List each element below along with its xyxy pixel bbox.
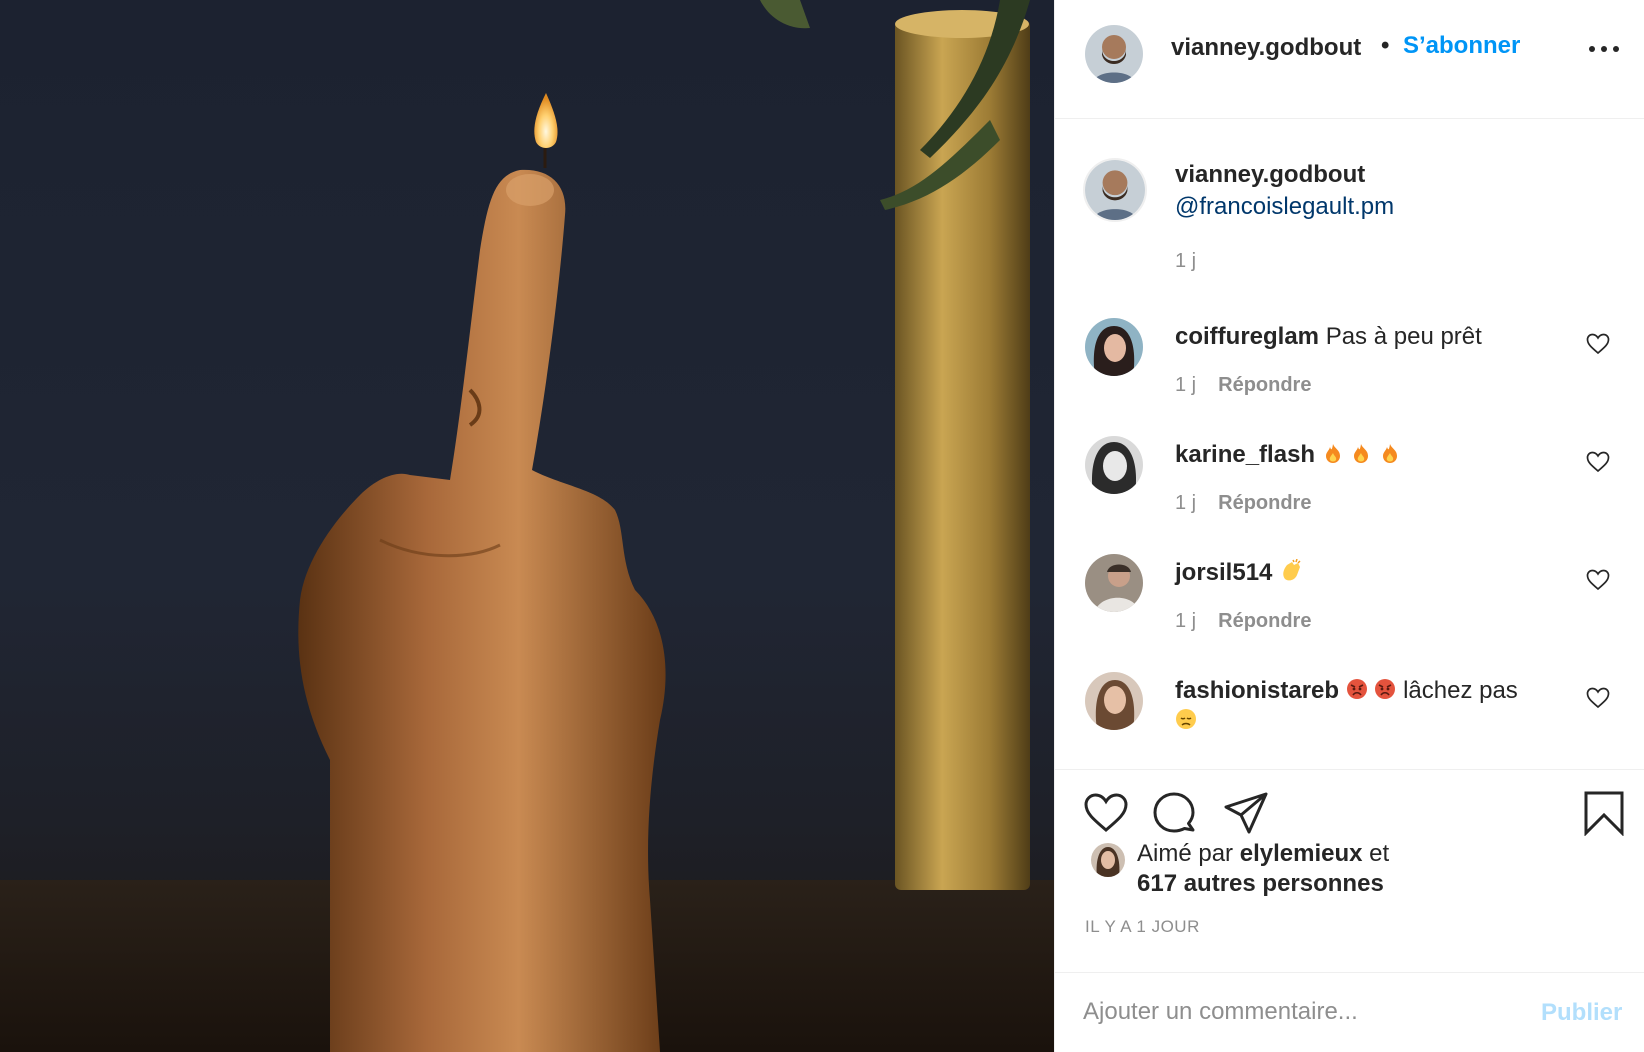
fire-emoji-icon xyxy=(1325,443,1340,463)
like-comment-heart-icon[interactable] xyxy=(1586,332,1610,356)
reply-button[interactable]: Répondre xyxy=(1218,374,1311,396)
separator-dot: • xyxy=(1381,32,1390,59)
comment-item: karine_flash 1 j Répondre xyxy=(1055,436,1644,546)
comment-username[interactable]: karine_flash xyxy=(1175,441,1315,468)
comment-avatar[interactable] xyxy=(1085,554,1143,612)
comment-text: coiffureglam Pas à peu prêt xyxy=(1175,322,1575,352)
comment-timestamp[interactable]: 1 j xyxy=(1175,374,1196,396)
comment-text: karine_flash xyxy=(1175,440,1575,470)
post-photo[interactable] xyxy=(0,0,1054,1052)
comment-username[interactable]: jorsil514 xyxy=(1175,559,1272,586)
comment-item: jorsil514 1 j Répondre xyxy=(1055,554,1644,664)
disappointed-emoji-icon xyxy=(1176,708,1196,729)
angry-emoji-icon xyxy=(1346,678,1367,699)
comment-meta: 1 j Répondre xyxy=(1175,610,1311,633)
comment-item: coiffureglam Pas à peu prêt 1 j Répondre xyxy=(1055,318,1644,428)
comment-avatar[interactable] xyxy=(1085,436,1143,494)
caption-username[interactable]: vianney.godbout xyxy=(1175,161,1365,189)
publish-button[interactable]: Publier xyxy=(1541,999,1622,1027)
like-heart-icon[interactable] xyxy=(1083,790,1129,836)
caption-timestamp[interactable]: 1 j xyxy=(1175,250,1196,273)
likes-prefix: Aimé par xyxy=(1137,840,1234,867)
middle-finger-candle-image xyxy=(0,0,1054,1052)
like-comment-heart-icon[interactable] xyxy=(1586,686,1610,710)
liker-username[interactable]: elylemieux xyxy=(1240,840,1363,867)
comment-body: lâchez pas xyxy=(1403,677,1518,704)
reply-button[interactable]: Répondre xyxy=(1218,492,1311,514)
add-comment-bar: Publier xyxy=(1055,972,1644,1052)
likes-joiner: et xyxy=(1369,840,1390,867)
comment-body: Pas à peu prêt xyxy=(1325,323,1482,350)
comment-item: fashionistareb lâchez pas xyxy=(1055,672,1644,782)
others-likes-link[interactable]: 617 autres personnes xyxy=(1137,870,1384,898)
comment-username[interactable]: fashionistareb xyxy=(1175,677,1339,704)
likes-summary: Aimé par elylemieux et xyxy=(1137,840,1389,868)
comment-input[interactable] xyxy=(1083,995,1503,1029)
comment-meta: 1 j Répondre xyxy=(1175,492,1311,515)
comment-timestamp[interactable]: 1 j xyxy=(1175,610,1196,632)
post-side-panel: vianney.godbout • S’abonner vianney.godb… xyxy=(1054,0,1644,1052)
caption-avatar[interactable] xyxy=(1083,158,1147,222)
fire-emoji-icon xyxy=(1383,443,1398,463)
author-username[interactable]: vianney.godbout xyxy=(1171,34,1361,62)
fire-emoji-icon xyxy=(1354,443,1369,463)
liker-avatar[interactable] xyxy=(1091,843,1125,877)
like-comment-heart-icon[interactable] xyxy=(1586,568,1610,592)
comment-text: jorsil514 xyxy=(1175,558,1575,588)
comment-avatar[interactable] xyxy=(1085,672,1143,730)
angry-emoji-icon xyxy=(1375,678,1396,699)
post-timestamp[interactable]: IL Y A 1 JOUR xyxy=(1085,917,1200,937)
caption-mention-link[interactable]: @francoislegault.pm xyxy=(1175,193,1394,221)
reply-button[interactable]: Répondre xyxy=(1218,610,1311,632)
comment-timestamp[interactable]: 1 j xyxy=(1175,492,1196,514)
save-bookmark-icon[interactable] xyxy=(1581,790,1627,836)
comment-bubble-icon[interactable] xyxy=(1151,790,1197,836)
share-paper-plane-icon[interactable] xyxy=(1223,790,1269,836)
comment-meta: 1 j Répondre xyxy=(1175,374,1311,397)
clap-emoji-icon xyxy=(1283,558,1301,581)
author-avatar[interactable] xyxy=(1085,25,1143,83)
comment-username[interactable]: coiffureglam xyxy=(1175,323,1319,350)
more-options-icon[interactable] xyxy=(1589,34,1625,64)
comment-text: fashionistareb lâchez pas xyxy=(1175,676,1575,736)
follow-button[interactable]: S’abonner xyxy=(1403,32,1520,60)
comment-avatar[interactable] xyxy=(1085,318,1143,376)
like-comment-heart-icon[interactable] xyxy=(1586,450,1610,474)
post-header: vianney.godbout • S’abonner xyxy=(1055,0,1644,119)
